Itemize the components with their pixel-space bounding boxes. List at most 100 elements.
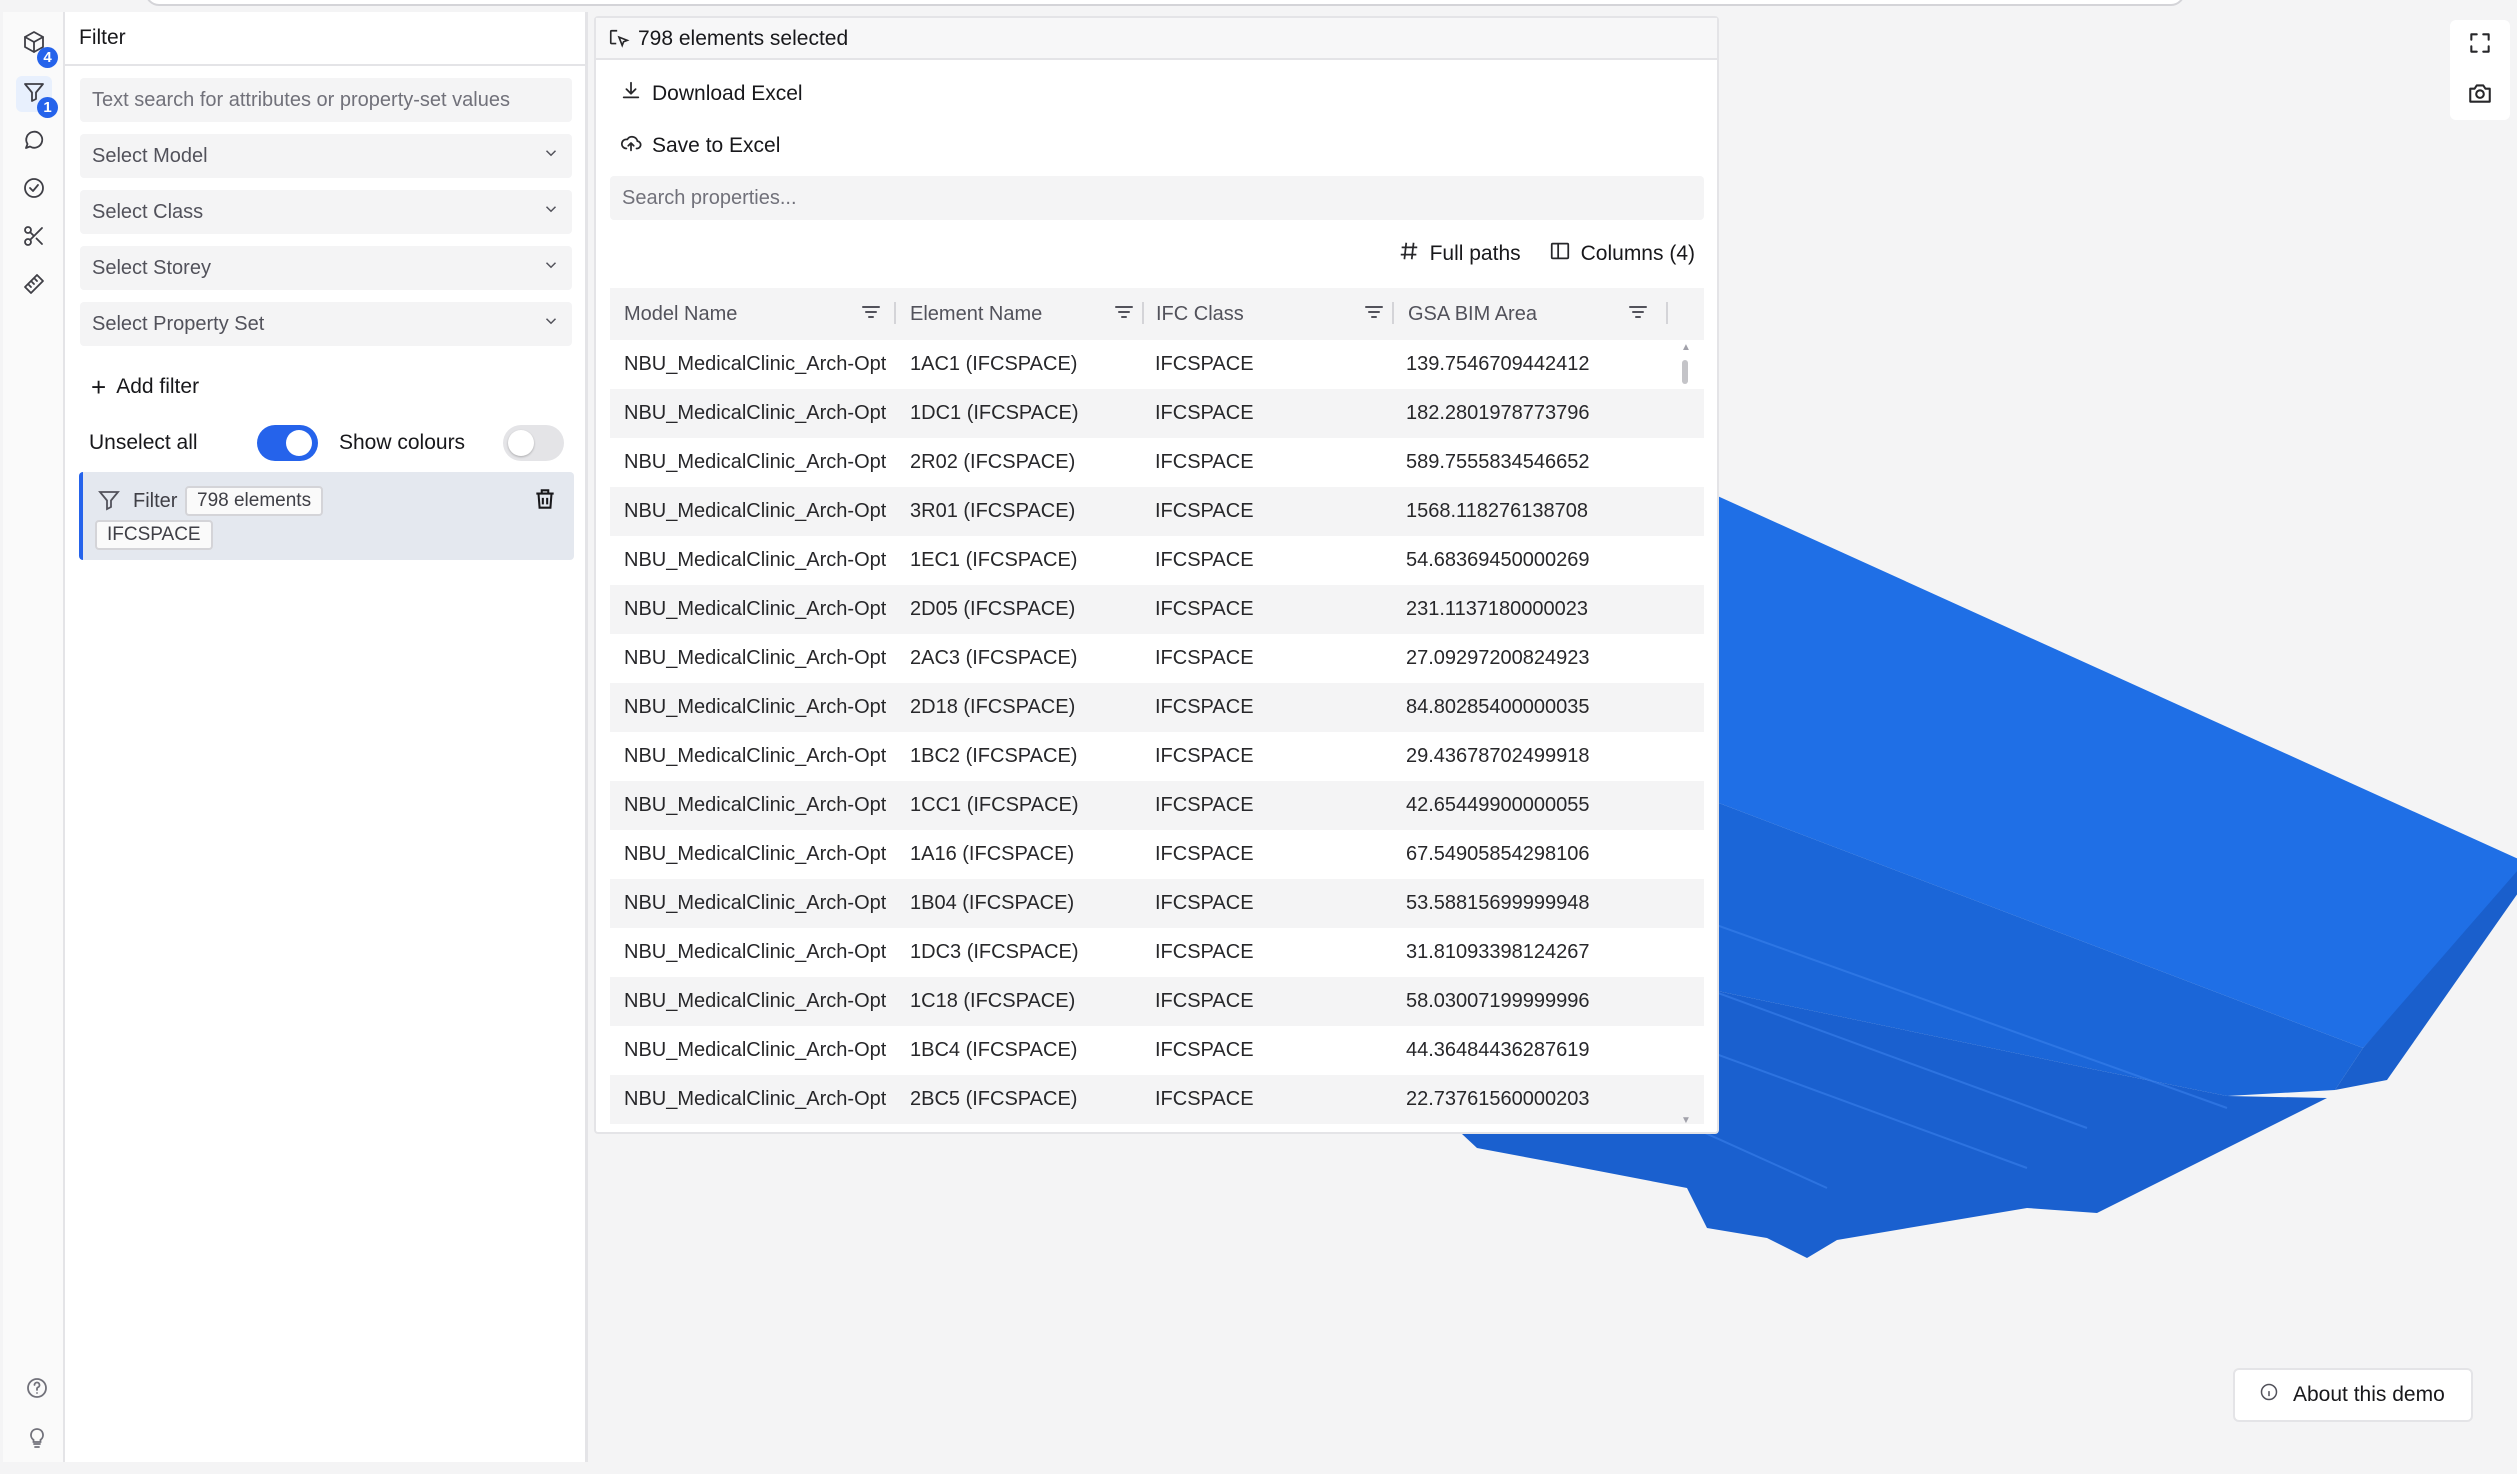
table-scrollbar[interactable]: ▲ ▼ xyxy=(1680,342,1691,1126)
column-header-ifc-class[interactable]: IFC Class xyxy=(1142,288,1394,340)
plus-icon: + xyxy=(91,372,107,402)
fullscreen-button[interactable] xyxy=(2455,20,2505,70)
select-model-label: Select Model xyxy=(92,144,208,167)
full-paths-button[interactable]: Full paths xyxy=(1398,240,1521,268)
cell-gsa-bim-area: 1568.118276138708 xyxy=(1406,500,1589,522)
chevron-down-icon xyxy=(542,312,560,336)
cell-element-name: 2D18 (IFCSPACE) xyxy=(910,696,1076,718)
cell-gsa-bim-area: 29.43678702499918 xyxy=(1406,745,1590,767)
table-row[interactable]: NBU_MedicalClinic_Arch-Optim 2R02 (IFCSPA… xyxy=(610,438,1704,487)
chevron-down-icon xyxy=(542,256,560,280)
select-model-dropdown[interactable]: Select Model xyxy=(80,134,572,178)
save-to-excel-button[interactable]: Save to Excel xyxy=(620,132,780,160)
table-row[interactable]: NBU_MedicalClinic_Arch-Optim 1DC1 (IFCSPA… xyxy=(610,389,1704,438)
cell-element-name: 2AC3 (IFCSPACE) xyxy=(910,647,1078,669)
table-toolbar: Full paths Columns (4) xyxy=(1398,240,1695,268)
cell-element-name: 1DC1 (IFCSPACE) xyxy=(910,402,1079,424)
table-row[interactable]: NBU_MedicalClinic_Arch-Optim 1CC1 (IFCSPA… xyxy=(610,781,1704,830)
select-class-dropdown[interactable]: Select Class xyxy=(80,190,572,234)
cell-model-name: NBU_MedicalClinic_Arch-Optim xyxy=(624,990,886,1012)
scissors-icon xyxy=(22,224,46,253)
column-divider[interactable] xyxy=(1666,302,1668,324)
attribute-search-input[interactable] xyxy=(92,88,560,112)
filter-count-chip: 798 elements xyxy=(185,486,324,516)
models-button[interactable]: 4 xyxy=(16,26,58,68)
unselect-all-label: Unselect all xyxy=(89,431,198,454)
show-colours-label: Show colours xyxy=(339,431,466,454)
select-storey-dropdown[interactable]: Select Storey xyxy=(80,246,572,290)
cell-model-name: NBU_MedicalClinic_Arch-Optim xyxy=(624,794,886,816)
active-filter-label: Filter xyxy=(133,490,178,512)
measure-tool-button[interactable] xyxy=(16,268,52,304)
filter-tool-button[interactable]: 1 xyxy=(16,76,58,118)
download-icon xyxy=(620,80,642,108)
full-paths-label: Full paths xyxy=(1429,242,1521,265)
cell-gsa-bim-area: 58.03007199999996 xyxy=(1406,990,1590,1012)
columns-icon xyxy=(1549,240,1571,268)
cell-model-name: NBU_MedicalClinic_Arch-Optim xyxy=(624,598,886,620)
issues-button[interactable] xyxy=(16,172,52,208)
about-demo-button[interactable]: About this demo xyxy=(2233,1368,2473,1422)
cell-model-name: NBU_MedicalClinic_Arch-Optim xyxy=(624,941,886,963)
table-row[interactable]: NBU_MedicalClinic_Arch-Optim 1B04 (IFCSPA… xyxy=(610,879,1704,928)
table-row[interactable]: NBU_MedicalClinic_Arch-Optim 1EC1 (IFCSPA… xyxy=(610,536,1704,585)
property-search-field[interactable] xyxy=(610,176,1704,220)
tips-button[interactable] xyxy=(25,1426,49,1455)
column-header-label: IFC Class xyxy=(1156,302,1244,325)
table-row[interactable]: NBU_MedicalClinic_Arch-Optim 1AC1 (IFCSPA… xyxy=(610,340,1704,389)
scroll-down-arrow[interactable]: ▼ xyxy=(1681,1115,1691,1126)
help-button[interactable] xyxy=(25,1376,49,1405)
select-property-set-dropdown[interactable]: Select Property Set xyxy=(80,302,572,346)
table-row[interactable]: NBU_MedicalClinic_Arch-Optim 2D18 (IFCSPA… xyxy=(610,683,1704,732)
property-search-input[interactable] xyxy=(622,186,1692,210)
about-demo-label: About this demo xyxy=(2293,1383,2445,1406)
add-filter-button[interactable]: + Add filter xyxy=(91,374,199,400)
columns-label: Columns (4) xyxy=(1580,242,1695,265)
columns-button[interactable]: Columns (4) xyxy=(1549,240,1695,268)
table-row[interactable]: NBU_MedicalClinic_Arch-Optim 1BC2 (IFCSPA… xyxy=(610,732,1704,781)
table-row[interactable]: NBU_MedicalClinic_Arch-Optim 2AC3 (IFCSPA… xyxy=(610,634,1704,683)
scroll-up-arrow[interactable]: ▲ xyxy=(1681,342,1691,353)
cell-ifc-class: IFCSPACE xyxy=(1155,500,1254,522)
table-row[interactable]: NBU_MedicalClinic_Arch-Optim 3R01 (IFCSPA… xyxy=(610,487,1704,536)
column-header-element-name[interactable]: Element Name xyxy=(896,288,1142,340)
table-row[interactable]: NBU_MedicalClinic_Arch-Optim 2D05 (IFCSPA… xyxy=(610,585,1704,634)
column-header-model-name[interactable]: Model Name xyxy=(610,288,896,340)
cell-model-name: NBU_MedicalClinic_Arch-Optim xyxy=(624,892,886,914)
unselect-all-toggle[interactable] xyxy=(257,425,318,461)
delete-filter-button[interactable] xyxy=(532,486,558,512)
table-row[interactable]: NBU_MedicalClinic_Arch-Optim 1C18 (IFCSPA… xyxy=(610,977,1704,1026)
screenshot-button[interactable] xyxy=(2455,70,2505,120)
cell-model-name: NBU_MedicalClinic_Arch-Optim xyxy=(624,1088,886,1110)
section-tool-button[interactable] xyxy=(16,220,52,256)
cell-gsa-bim-area: 139.7546709442412 xyxy=(1406,353,1590,375)
cell-ifc-class: IFCSPACE xyxy=(1155,451,1254,473)
browser-top-edge xyxy=(145,0,2185,6)
cell-gsa-bim-area: 182.2801978773796 xyxy=(1406,402,1590,424)
properties-table: Model Name Element Name IFC Class GSA BI… xyxy=(610,288,1704,1124)
cell-gsa-bim-area: 589.7555834546652 xyxy=(1406,451,1590,473)
show-colours-toggle[interactable] xyxy=(503,425,564,461)
table-row[interactable]: NBU_MedicalClinic_Arch-Optim 2BC5 (IFCSPA… xyxy=(610,1075,1704,1124)
attribute-search-field[interactable] xyxy=(80,78,572,122)
table-row[interactable]: NBU_MedicalClinic_Arch-Optim 1BC4 (IFCSPA… xyxy=(610,1026,1704,1075)
scrollbar-thumb[interactable] xyxy=(1682,360,1688,384)
toggle-knob xyxy=(286,430,312,456)
camera-icon xyxy=(2467,80,2493,111)
selection-count-title: 798 elements selected xyxy=(638,27,849,50)
cell-ifc-class: IFCSPACE xyxy=(1155,402,1254,424)
toggle-row: Unselect all Show colours xyxy=(89,423,573,463)
download-excel-button[interactable]: Download Excel xyxy=(620,80,803,108)
comments-button[interactable] xyxy=(16,124,52,160)
active-filter-card[interactable]: Filter 798 elements IFCSPACE xyxy=(79,472,574,560)
cell-gsa-bim-area: 67.54905854298106 xyxy=(1406,843,1590,865)
cell-ifc-class: IFCSPACE xyxy=(1155,1088,1254,1110)
selection-header: 798 elements selected xyxy=(596,18,1717,60)
cell-gsa-bim-area: 54.68369450000269 xyxy=(1406,549,1590,571)
table-row[interactable]: NBU_MedicalClinic_Arch-Optim 1DC3 (IFCSPA… xyxy=(610,928,1704,977)
lightbulb-icon xyxy=(25,1428,49,1454)
cell-model-name: NBU_MedicalClinic_Arch-Optim xyxy=(624,1039,886,1061)
filter-class-chip: IFCSPACE xyxy=(95,520,213,550)
filter-count-badge: 1 xyxy=(37,97,58,118)
table-row[interactable]: NBU_MedicalClinic_Arch-Optim 1A16 (IFCSPA… xyxy=(610,830,1704,879)
